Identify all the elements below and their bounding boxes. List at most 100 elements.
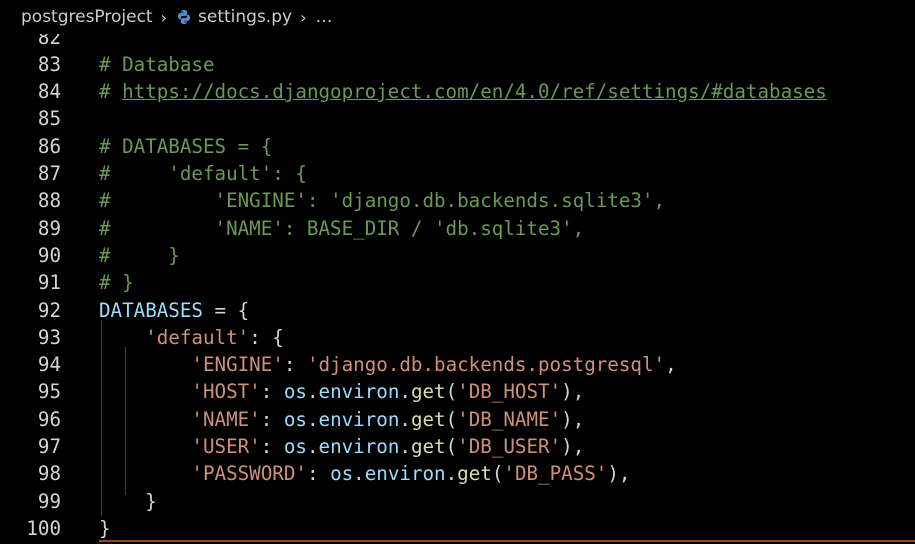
code-token: : { (249, 325, 284, 349)
code-token: environ (318, 380, 400, 404)
code-token: . (306, 435, 319, 458)
line-number: 91 (37, 271, 61, 295)
code-token: ), (561, 435, 585, 458)
code-token: : (260, 407, 284, 431)
code-token: 'django.db.backends.postgresql' (306, 353, 666, 377)
code-text: 'ENGINE': 'django.db.backends.postgresql… (99, 351, 677, 378)
code-token: environ (364, 462, 446, 486)
code-text: # Database (99, 51, 215, 78)
line-number: 86 (37, 134, 61, 158)
breadcrumb-symbol-ellipsis[interactable]: … (315, 7, 332, 27)
line-number: 98 (37, 462, 61, 486)
line-number: 96 (37, 407, 61, 431)
code-editor[interactable]: 82 83 # Database 84 # https://docs.djangopro… (0, 34, 915, 544)
line-number: 90 (37, 243, 61, 267)
text-cursor-line (99, 540, 915, 542)
code-token: 'DB_HOST' (457, 380, 562, 404)
code-token: 'ENGINE' (191, 353, 284, 377)
code-token: # 'ENGINE': 'django.db.backends.sqlite3'… (99, 189, 666, 213)
code-token: , (665, 353, 677, 377)
code-token: get (410, 435, 446, 458)
code-token: ( (491, 462, 504, 486)
code-token: 'DB_USER' (457, 435, 562, 458)
code-token: os (283, 380, 307, 404)
code-text: 'NAME': os.environ.get('DB_NAME'), (99, 406, 584, 433)
code-token: ), (561, 407, 585, 431)
code-token: ( (445, 380, 458, 404)
code-text: 'PASSWORD': os.environ.get('DB_PASS'), (99, 460, 630, 487)
code-token: 'USER' (191, 435, 261, 458)
line-number: 89 (37, 216, 61, 240)
code-text: 'HOST': os.environ.get('DB_HOST'), (99, 378, 584, 405)
code-token: . (399, 435, 411, 458)
code-text: # 'default': { (99, 160, 307, 187)
code-text: # https://docs.djangoproject.com/en/4.0/… (99, 78, 827, 105)
line-number: 94 (37, 353, 61, 377)
code-token: os (283, 407, 307, 431)
code-token: . (306, 407, 319, 431)
code-token: # DATABASES = { (99, 134, 273, 158)
line-number: 83 (37, 52, 61, 76)
line-number: 95 (37, 380, 61, 404)
code-token: 'default' (145, 325, 250, 349)
code-token: . (399, 407, 411, 431)
code-token: # Database (99, 52, 215, 76)
line-number: 99 (37, 489, 61, 513)
line-number: 92 (37, 298, 61, 322)
python-icon (178, 10, 191, 24)
code-token: environ (318, 435, 400, 458)
code-token: } (99, 516, 111, 540)
breadcrumb-project[interactable]: postgresProject (21, 7, 153, 27)
code-token: . (445, 462, 458, 486)
code-token: : (283, 353, 307, 377)
code-token: environ (318, 407, 400, 431)
code-token: 'DB_PASS' (503, 462, 608, 486)
code-token: ), (561, 380, 585, 404)
breadcrumb-file[interactable]: settings.py (198, 7, 292, 27)
code-token: 'HOST' (191, 380, 261, 404)
code-text: # DATABASES = { (99, 133, 272, 160)
code-token: } (99, 489, 157, 513)
code-token: 'PASSWORD' (191, 462, 307, 486)
line-number: 87 (37, 162, 61, 185)
code-token: : (260, 380, 284, 404)
code-token: # (99, 80, 123, 104)
code-token: # 'default': { (99, 162, 307, 185)
code-token: = { (202, 298, 250, 322)
code-text: } (99, 515, 111, 542)
line-number: 88 (37, 189, 61, 213)
code-token: # } (99, 243, 180, 267)
code-text: # 'NAME': BASE_DIR / 'db.sqlite3', (99, 215, 584, 242)
code-text: # 'ENGINE': 'django.db.backends.sqlite3'… (99, 187, 665, 214)
code-token: : (260, 435, 284, 458)
line-number: 97 (37, 435, 61, 458)
code-token: os (330, 462, 354, 486)
code-token: ), (607, 462, 631, 486)
chevron-right-icon: › (300, 7, 307, 27)
url-link[interactable]: https://docs.djangoproject.com/en/4.0/re… (122, 80, 827, 103)
breadcrumb: postgresProject › settings.py › … (0, 0, 915, 34)
line-number: 100 (26, 516, 61, 540)
code-token: ( (445, 435, 458, 458)
code-token: ( (445, 407, 458, 431)
code-token: get (410, 407, 446, 431)
code-text: 'USER': os.environ.get('DB_USER'), (99, 433, 584, 460)
code-token: get (457, 462, 492, 486)
line-number: 84 (37, 80, 61, 104)
code-token: . (353, 462, 365, 486)
code-token: . (306, 380, 319, 404)
code-token: # } (99, 271, 134, 295)
code-token: 'NAME' (191, 407, 261, 431)
code-token: get (410, 380, 446, 404)
code-token: os (283, 435, 307, 458)
code-token: : (306, 462, 331, 486)
code-text: 'default': { (99, 324, 284, 351)
code-text: # } (99, 269, 134, 296)
code-text: } (99, 488, 157, 515)
code-token: # 'NAME': BASE_DIR / 'db.sqlite3', (99, 216, 585, 240)
